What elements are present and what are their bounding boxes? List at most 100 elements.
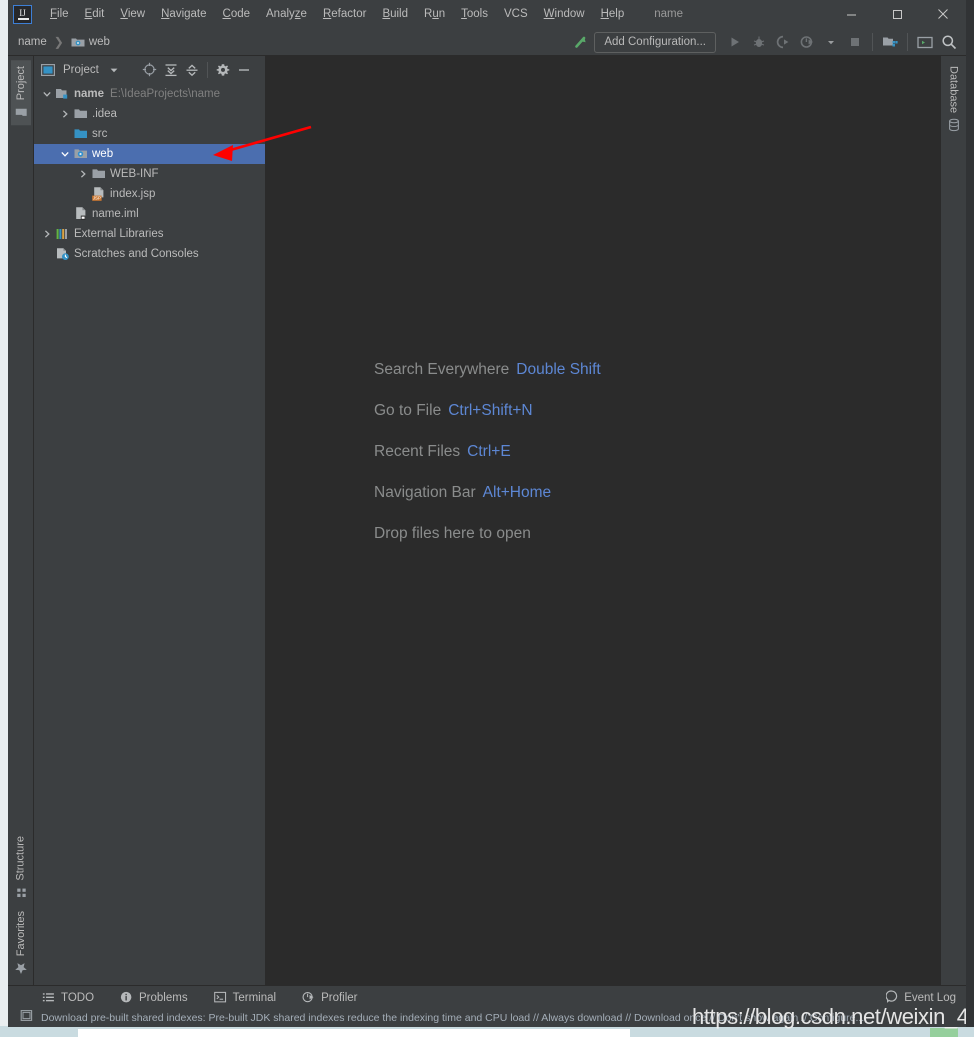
breadcrumb-item-name[interactable]: name [18,36,47,48]
todo-icon [42,991,56,1005]
breadcrumb-separator: ❯ [54,35,64,49]
menu-item-tools[interactable]: Tools [453,4,496,24]
iml-file-icon [72,206,89,222]
update-project-icon[interactable] [570,31,592,53]
collapse-all-button[interactable] [182,60,202,80]
tree-row[interactable]: nameE:\IdeaProjects\name [34,84,265,104]
breadcrumb-item-web[interactable]: web [71,36,110,48]
tool-window-tab-label: Database [948,66,960,113]
run-with-coverage-icon[interactable] [772,31,794,53]
maximize-button[interactable] [874,0,920,28]
debug-icon[interactable] [748,31,770,53]
editor-hint: Drop files here to open [374,525,601,543]
menu-item-run[interactable]: Run [416,4,453,24]
status-bar-item-todo[interactable]: TODO [38,989,98,1007]
tree-row[interactable]: src [34,124,265,144]
close-button[interactable] [920,0,966,28]
menu-item-view[interactable]: View [112,4,153,24]
panel-toolbar-divider [207,62,208,78]
terminal-icon[interactable] [914,31,936,53]
tree-row[interactable]: External Libraries [34,224,265,244]
menu-item-navigate[interactable]: Navigate [153,4,214,24]
menu-item-help[interactable]: Help [593,4,633,24]
menu-item-code[interactable]: Code [215,4,259,24]
tree-row-label: name.iml [92,208,139,220]
project-structure-icon[interactable] [879,31,901,53]
stop-icon[interactable] [844,31,866,53]
tree-row[interactable]: .idea [34,104,265,124]
run-icon[interactable] [724,31,746,53]
status-bar-item-profiler[interactable]: Profiler [298,989,361,1007]
menu-item-file[interactable]: File [42,4,77,24]
menu-item-vcs[interactable]: VCS [496,4,536,24]
breadcrumb-label: web [89,36,110,48]
status-bar-item-terminal[interactable]: Terminal [210,989,280,1007]
status-bar-item-label: Profiler [321,992,357,1004]
editor-hint-shortcut: Ctrl+Shift+N [448,402,532,419]
notification-icon [20,1009,33,1027]
editor-hint-action: Navigation Bar [374,484,476,501]
source-folder-icon [72,126,89,142]
tool-window-tab-label: Favorites [15,911,27,956]
notification-text[interactable]: Download pre-built shared indexes: Pre-b… [41,1012,864,1024]
navigation-bar: name ❯ web Add Configuration... [8,28,966,56]
chevron-down-icon[interactable] [104,60,124,80]
background-green-chip [930,1028,958,1037]
database-icon [947,118,961,132]
star-icon [14,961,28,975]
editor-hint: Navigation BarAlt+Home [374,484,601,502]
web-folder-icon [72,146,89,162]
window-controls [828,0,966,28]
right-tool-strip: Database [940,56,966,985]
add-configuration-button[interactable]: Add Configuration... [594,32,716,53]
profiler-icon [302,991,316,1005]
editor-hint: Go to FileCtrl+Shift+N [374,402,601,420]
menu-item-build[interactable]: Build [374,4,416,24]
tree-row-label: WEB-INF [110,168,159,180]
tool-window-tab-database[interactable]: Database [944,60,964,138]
tree-row[interactable]: JSPindex.jsp [34,184,265,204]
minus-icon[interactable] [234,60,254,80]
tree-row[interactable]: name.iml [34,204,265,224]
chevron-down-icon[interactable] [58,149,72,159]
menu-item-edit[interactable]: Edit [77,4,113,24]
expand-all-button[interactable] [161,60,181,80]
select-opened-file-button[interactable] [140,60,160,80]
gear-icon[interactable] [213,60,233,80]
libraries-icon [54,226,71,242]
tree-row[interactable]: WEB-INF [34,164,265,184]
tool-window-tab-favorites[interactable]: Favorites [11,905,31,981]
module-folder-icon [54,86,71,102]
minimize-button[interactable] [828,0,874,28]
editor-area[interactable]: Search EverywhereDouble ShiftGo to FileC… [266,56,940,985]
event-log-button[interactable]: Event Log [886,990,956,1006]
tree-row[interactable]: web [34,144,265,164]
chevron-right-icon[interactable] [76,169,90,179]
chevron-down-icon[interactable] [40,89,54,99]
terminal-icon [214,991,228,1005]
tree-row[interactable]: Scratches and Consoles [34,244,265,264]
app-logo-underline [18,18,29,20]
chevron-right-icon[interactable] [58,109,72,119]
notification-bar: Download pre-built shared indexes: Pre-b… [8,1009,966,1027]
status-bar-item-label: Terminal [233,992,276,1004]
menu-item-window[interactable]: Window [536,4,593,24]
search-icon[interactable] [938,31,960,53]
tool-window-tab-structure[interactable]: Structure [11,830,30,905]
tree-row-path: E:\IdeaProjects\name [110,88,220,100]
menu-bar: IJ FileEditViewNavigateCodeAnalyzeRefact… [8,0,966,28]
chevron-right-icon[interactable] [40,229,54,239]
intellij-window: IJ FileEditViewNavigateCodeAnalyzeRefact… [8,0,966,1027]
menu-item-refactor[interactable]: Refactor [315,4,374,24]
project-tree[interactable]: nameE:\IdeaProjects\name.ideasrcweb WEB-I… [34,83,265,985]
editor-hint-action: Drop files here to open [374,525,531,542]
chevron-down-icon[interactable] [820,31,842,53]
status-bar: TODO Problems Terminal Profiler Event Log [8,985,966,1009]
tree-row-label: External Libraries [74,228,163,240]
menu-item-analyze[interactable]: Analyze [258,4,315,24]
status-bar-item-problems[interactable]: Problems [116,989,192,1007]
tool-window-tab-project[interactable]: Project [11,60,31,125]
editor-hint-shortcut: Ctrl+E [467,443,511,460]
profile-icon[interactable] [796,31,818,53]
main-body: Project StructureFavorites Project [8,56,966,985]
